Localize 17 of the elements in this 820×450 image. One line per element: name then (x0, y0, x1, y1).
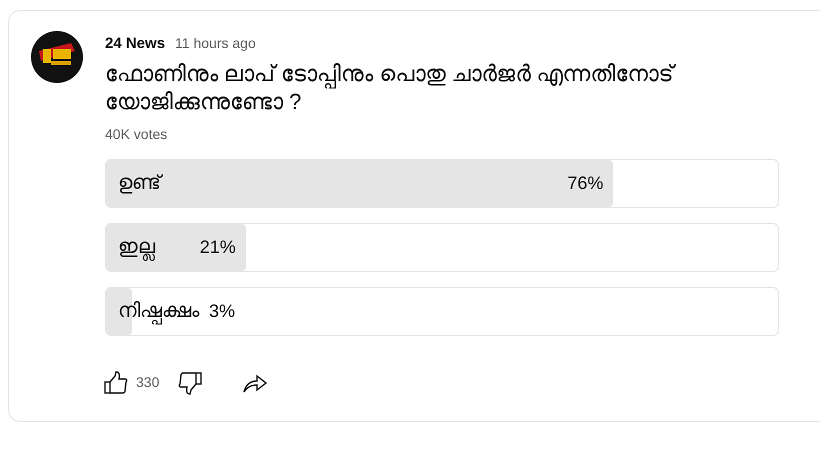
option-label: ഉണ്ട് (118, 171, 161, 196)
post-time[interactable]: 11 hours ago (175, 33, 256, 54)
channel-avatar-icon[interactable] (31, 31, 83, 83)
vote-count: 40K votes (105, 124, 168, 144)
option-percent: 21% (200, 236, 236, 258)
channel-name[interactable]: 24 News (105, 33, 166, 56)
poll-question: ഫോണിനും ലാപ് ടോപ്പിനും പൊതു ചാർജർ എന്നതിനോട് യോജിക്കുന്നുണ്ടോ ? (105, 60, 677, 116)
option-percent: 3% (209, 300, 236, 322)
poll-option[interactable]: നിഷ്പക്ഷം 3% (105, 286, 779, 336)
option-percent: 76% (567, 172, 604, 194)
thumbs-down-icon[interactable] (177, 370, 204, 396)
poll-option[interactable]: ഉണ്ട് 76% (105, 158, 779, 208)
option-label: ഇല്ല (118, 232, 155, 262)
poll-option[interactable]: ഇല്ല 21% (105, 222, 779, 272)
thumbs-up-icon[interactable] (103, 370, 129, 396)
like-count: 330 (136, 373, 160, 392)
option-label: നിഷ്പക്ഷം (118, 296, 199, 326)
